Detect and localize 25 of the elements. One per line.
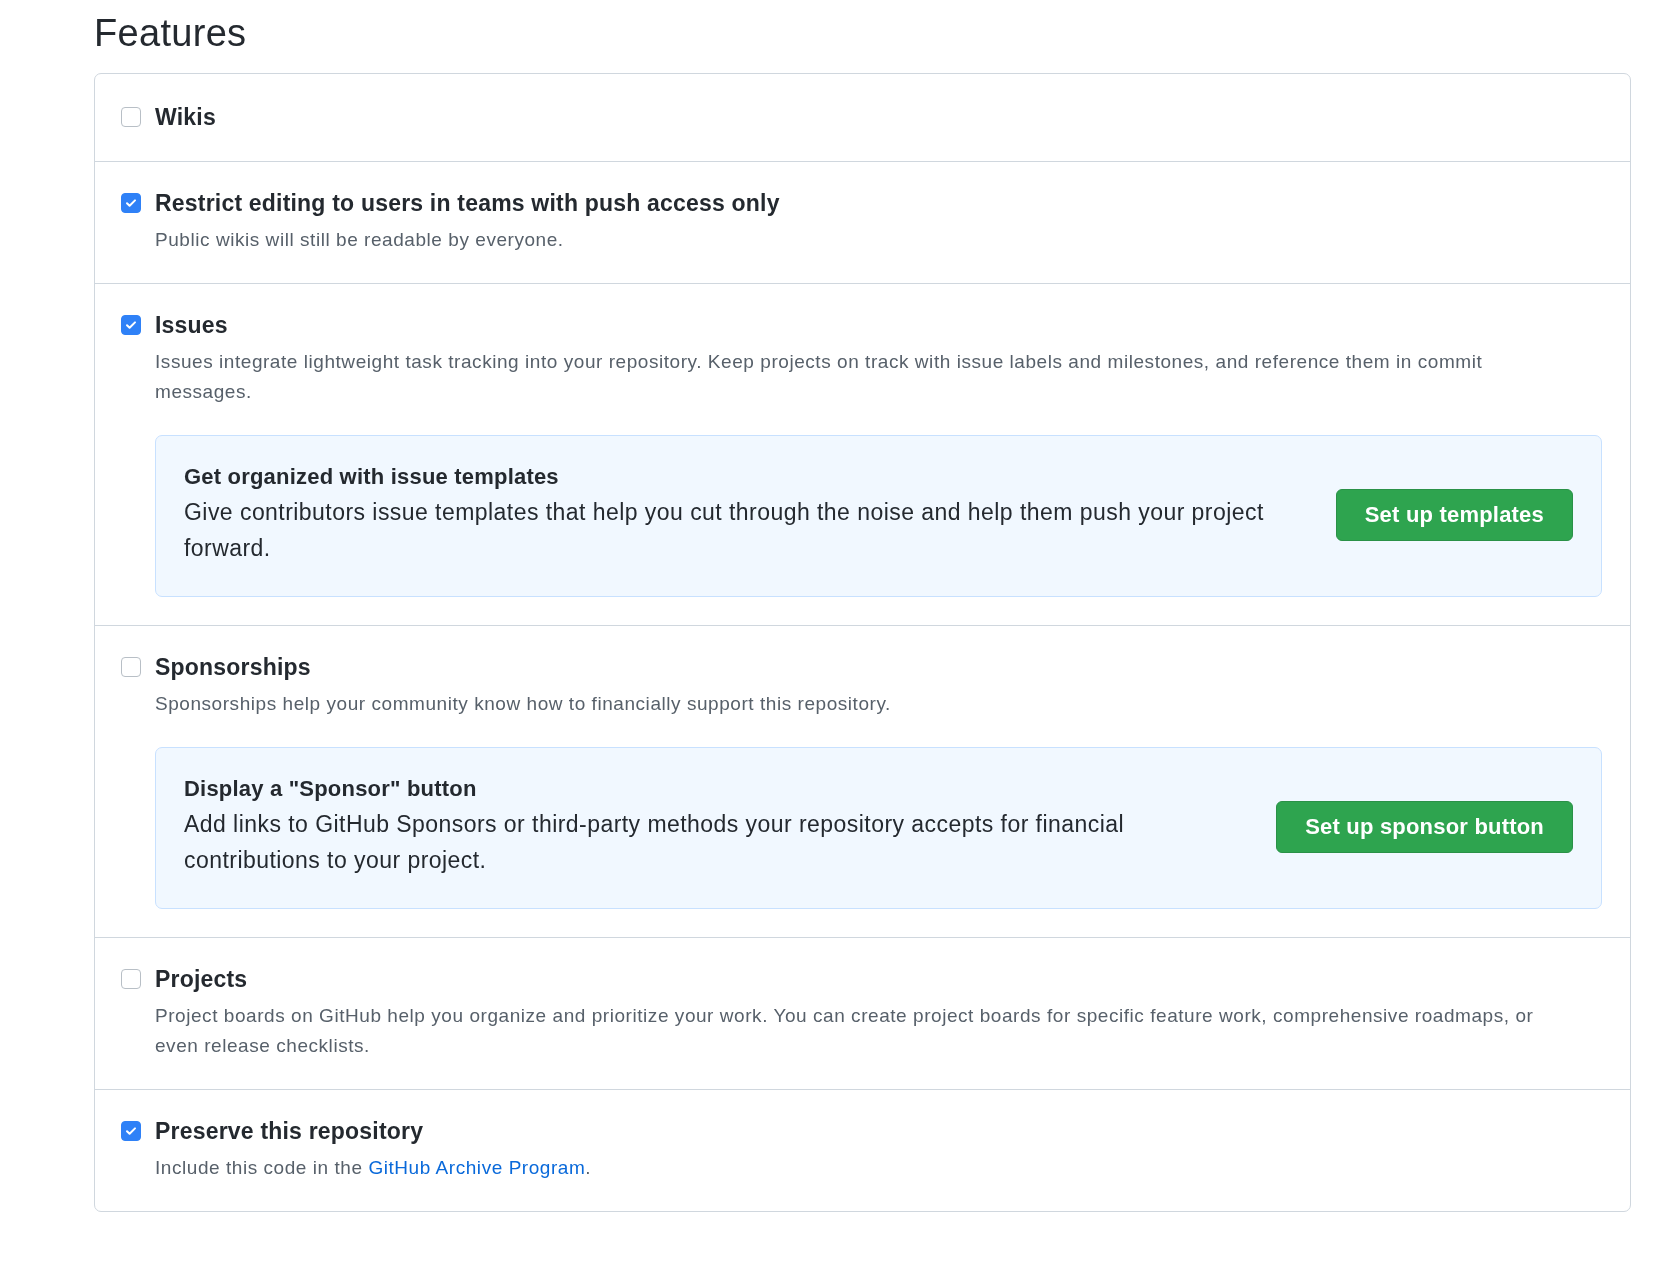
- checkbox[interactable]: [121, 657, 141, 677]
- checkbox[interactable]: [121, 1121, 141, 1141]
- checkbox[interactable]: [121, 193, 141, 213]
- feature-description: Sponsorships help your community know how to financially support this repository.: [155, 692, 892, 716]
- setup-button[interactable]: Set up sponsor button: [1276, 801, 1573, 853]
- checkbox[interactable]: [121, 107, 141, 127]
- promo-text: Add links to GitHub Sponsors or third-party methods your repository accepts for financial contributions to your project.: [184, 810, 1125, 875]
- promo-title: Display a "Sponsor" button: [184, 776, 478, 802]
- promo-text: Give contributors issue templates that help you cut through the noise and help them push your project forward.: [184, 498, 1265, 563]
- feature-description: Public wikis will still be readable by everyone.: [155, 228, 565, 252]
- checkbox[interactable]: [121, 969, 141, 989]
- feature-title: Restrict editing to users in teams with push access only: [155, 190, 781, 217]
- checkbox[interactable]: [121, 315, 141, 335]
- feature-description: Project boards on GitHub help you organize and prioritize your work. You can create project boards for specific feature work, comprehensive roadmaps, or even release checklists.: [155, 1004, 1535, 1058]
- feature-description: Issues integrate lightweight task tracking into your repository. Keep projects on track with issue labels and milestones, and reference them in commit messages.: [155, 350, 1484, 404]
- feature-title: Issues: [155, 312, 229, 339]
- feature-title: Sponsorships: [155, 654, 312, 681]
- feature-title: Wikis: [155, 104, 217, 131]
- section-heading: Features: [94, 12, 248, 55]
- promo-title: Get organized with issue templates: [184, 464, 560, 490]
- feature-title: Preserve this repository: [155, 1118, 425, 1145]
- setup-button[interactable]: Set up templates: [1335, 489, 1573, 541]
- feature-title: Projects: [155, 966, 249, 993]
- archive-program-link[interactable]: GitHub Archive Program: [368, 1157, 586, 1178]
- feature-description: Include this code in the GitHub Archive Program.: [155, 1156, 593, 1180]
